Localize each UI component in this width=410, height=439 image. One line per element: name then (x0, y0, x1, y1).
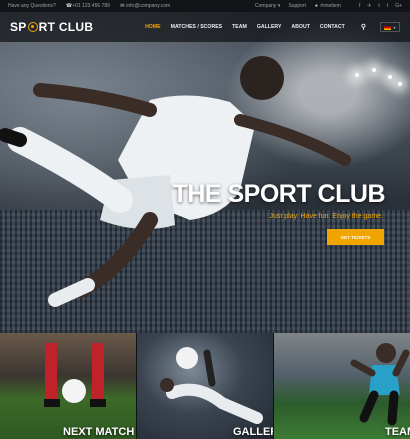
gallery-image (160, 347, 263, 424)
telegram-icon[interactable]: ✈ (367, 3, 371, 9)
nav-gallery[interactable]: GALLERY (257, 24, 282, 30)
chevron-down-icon: ▾ (393, 24, 396, 30)
hero-subtitle: Just play. Have fun. Enjoy the game. (269, 213, 384, 220)
get-tickets-button[interactable]: GET TICKETS (327, 229, 384, 245)
email-link[interactable]: info@company.com (126, 3, 170, 9)
top-info-bar: Have any Questions? ☎ +01 123 456 789 ✉ … (0, 0, 410, 12)
google-plus-icon[interactable]: G+ (395, 3, 402, 9)
tumblr-icon[interactable]: t (387, 3, 388, 9)
nav-home[interactable]: HOME (145, 24, 161, 30)
german-flag-icon (384, 24, 392, 30)
site-logo[interactable]: SP RT CLUB (10, 20, 93, 34)
main-header: SP RT CLUB HOME MATCHES / SCORES TEAM GAL… (0, 12, 410, 42)
main-nav: HOME MATCHES / SCORES TEAM GALLERY ABOUT… (145, 22, 400, 32)
tile-label-gallery: GALLERY (233, 426, 273, 438)
next-match-image (44, 343, 106, 407)
nav-team[interactable]: TEAM (232, 24, 247, 30)
tile-label-next-match: NEXT MATCH (63, 426, 135, 438)
nav-about[interactable]: ABOUT (291, 24, 309, 30)
nav-matches-scores[interactable]: MATCHES / SCORES (171, 24, 223, 30)
twitter-icon[interactable]: t (378, 3, 379, 9)
hero-title: THE SPORT CLUB (172, 180, 386, 208)
user-icon: ● (314, 3, 318, 9)
team-image (350, 343, 410, 426)
questions-text: Have any Questions? (8, 3, 56, 9)
facebook-icon[interactable]: f (359, 3, 360, 9)
chevron-down-icon: ▾ (277, 3, 281, 9)
soccer-ball-icon (27, 22, 38, 32)
search-icon[interactable]: ⚲ (361, 23, 366, 31)
language-selector[interactable]: ▾ (380, 22, 400, 32)
nav-contact[interactable]: CONTACT (320, 24, 345, 30)
phone-icon: ☎ (65, 3, 73, 9)
tile-gallery[interactable]: GALLERY (136, 333, 273, 439)
account-link[interactable]: #oneitem (320, 3, 341, 9)
tile-team[interactable]: TEAM (273, 333, 410, 439)
phone-number[interactable]: +01 123 456 789 (72, 3, 110, 9)
tile-next-match[interactable]: NEXT MATCH (0, 333, 136, 439)
tile-label-team: TEAM (385, 426, 410, 438)
social-links: f ✈ t t G+ (359, 3, 402, 9)
feature-tiles: NEXT MATCH GALLERY TEAM (0, 333, 410, 439)
hero-banner: THE SPORT CLUB Just play. Have fun. Enjo… (0, 0, 410, 333)
envelope-icon: ✉ (120, 3, 125, 9)
support-link[interactable]: Support (288, 3, 306, 9)
company-dropdown[interactable]: Company ▾ (255, 3, 280, 9)
